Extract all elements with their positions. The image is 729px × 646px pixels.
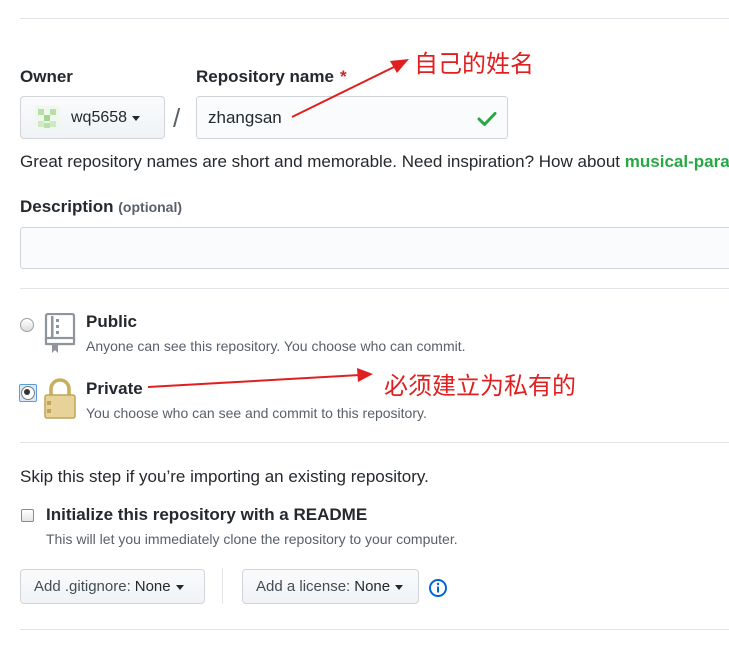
skip-step-text: Skip this step if you’re importing an ex… [20,467,429,486]
owner-username: wq5658 [71,108,128,126]
lock-icon [44,378,76,419]
description-input[interactable] [20,227,729,269]
gitignore-value: None [134,578,171,595]
readme-label[interactable]: Initialize this repository with a README [46,505,367,525]
annotation-private-note: 必须建立为私有的 [384,372,576,400]
description-label-text: Description [20,197,114,216]
readme-description: This will let you immediately clone the … [46,531,458,547]
owner-repo-separator: / [173,103,181,133]
public-radio[interactable] [20,318,34,332]
description-optional: (optional) [118,199,183,215]
repository-name-value: zhangsan [208,107,282,127]
chevron-down-icon [132,116,141,121]
owner-label: Owner [20,67,73,86]
license-value: None [354,578,391,595]
info-icon[interactable] [428,578,448,598]
check-icon [477,112,497,126]
divider-description [20,288,729,289]
description-label: Description (optional) [20,197,182,217]
bottom-divider [20,629,729,630]
public-title: Public [86,312,138,331]
hint-text: Great repository names are short and mem… [20,152,625,171]
gitignore-select-button[interactable]: Add .gitignore: None [20,569,205,604]
top-divider [20,18,729,19]
annotation-name-note: 自己的姓名 [414,50,534,78]
chevron-down-icon [175,585,184,590]
private-title: Private [86,379,143,398]
required-asterisk: * [339,67,347,86]
repo-book-icon [44,313,76,353]
repository-name-hint: Great repository names are short and mem… [20,152,729,172]
name-suggestion-link[interactable]: musical-parakeet [625,152,729,171]
private-radio[interactable] [19,384,37,402]
chevron-down-icon [395,585,404,590]
public-description: Anyone can see this repository. You choo… [86,338,466,354]
avatar [35,105,59,130]
license-select-button[interactable]: Add a license: None [242,569,419,604]
gitignore-label: Add .gitignore: [34,578,131,595]
repository-name-label-text: Repository name [196,67,334,86]
repository-name-label: Repository name * [196,67,347,87]
divider-visibility [20,442,729,443]
license-label: Add a license: [256,578,351,595]
repository-name-input[interactable]: zhangsan [196,96,508,139]
identicon-avatar-icon [38,108,56,128]
button-group-divider [222,568,223,604]
readme-checkbox[interactable] [21,509,34,522]
private-radio-dot [24,389,30,395]
owner-select-button[interactable]: wq5658 [20,96,165,139]
private-description: You choose who can see and commit to thi… [86,405,427,421]
